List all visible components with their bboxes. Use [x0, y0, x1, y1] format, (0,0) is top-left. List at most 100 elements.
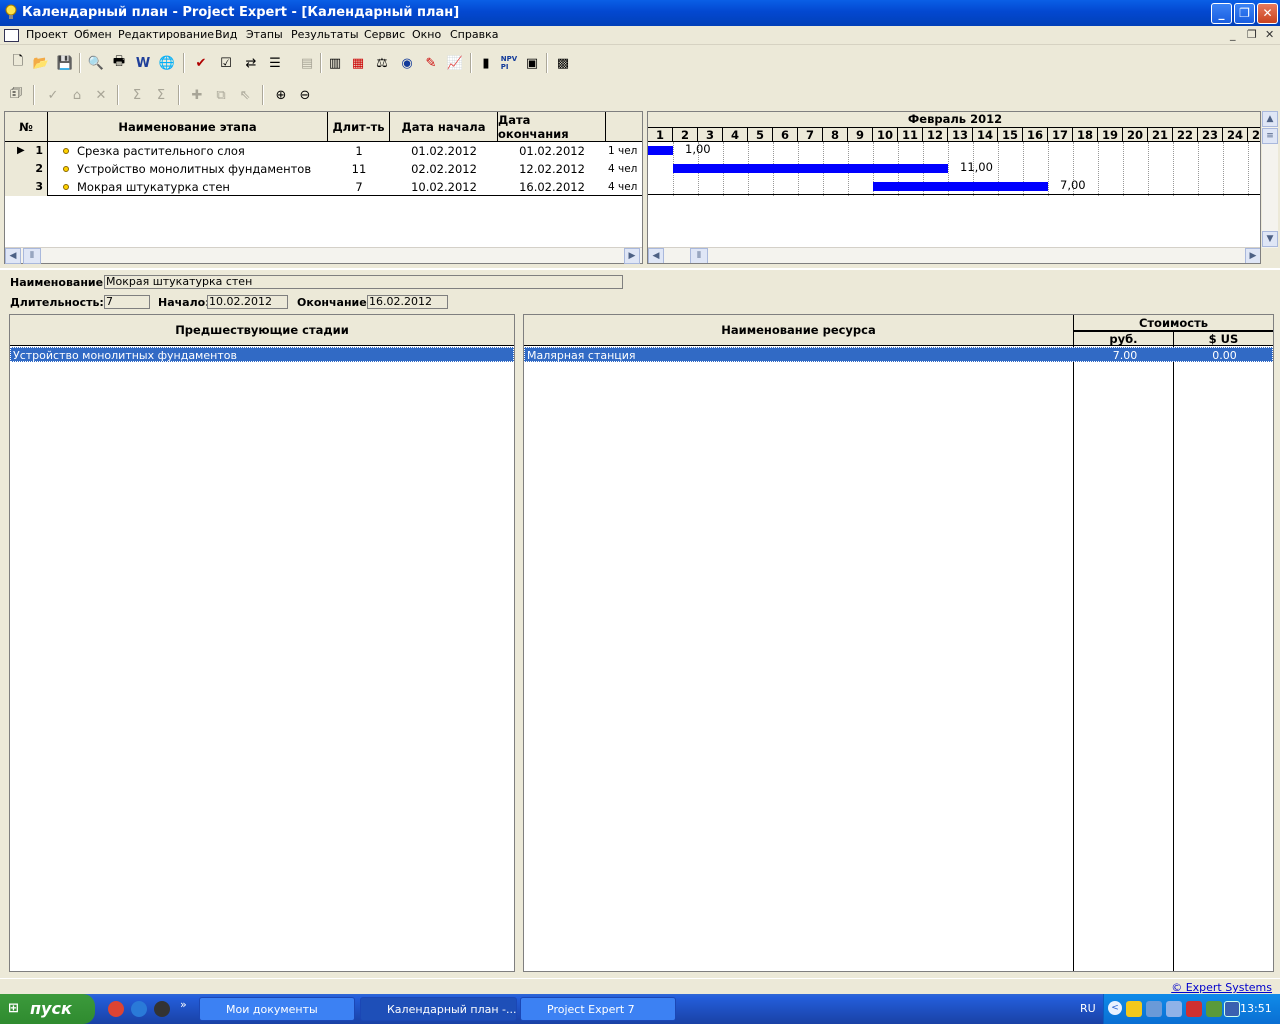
ie-icon[interactable]	[131, 1001, 147, 1017]
menu-stages[interactable]: Этапы	[246, 28, 283, 41]
antivirus-icon[interactable]	[1186, 1001, 1202, 1017]
restore-button[interactable]: ❐	[1234, 3, 1255, 24]
start-button[interactable]: ⊞ пуск	[0, 994, 95, 1024]
taskbar-project-expert[interactable]: Project Expert 7	[520, 997, 676, 1021]
print-preview-icon[interactable]: 🔍	[85, 52, 107, 74]
start-field[interactable]: 10.02.2012	[207, 295, 288, 309]
table-hscroll[interactable]: ◀ ⦀ ▶	[5, 247, 642, 264]
col-header-start[interactable]: Дата начала	[390, 112, 498, 142]
web-icon[interactable]: 🌐	[156, 52, 178, 74]
resource-icon[interactable]: ⌂	[66, 84, 88, 106]
menu-service[interactable]: Сервис	[364, 28, 405, 41]
menu-project[interactable]: Проект	[26, 28, 68, 41]
display-icon[interactable]	[1166, 1001, 1182, 1017]
delete-icon[interactable]: ✕	[90, 84, 112, 106]
gantt-days: 1 2 3 4 5 6 7 8 9 10 11 12 13 14 15 16 17 18 19 20 21 22 23 24 2…	[648, 127, 1260, 142]
chrome-icon[interactable]	[108, 1001, 124, 1017]
gantt-bar[interactable]	[673, 164, 948, 173]
gantt-hscroll[interactable]: ◀ ⦀ ▶	[648, 247, 1260, 263]
scroll-down-icon[interactable]: ▼	[1262, 231, 1278, 247]
sum-up-icon[interactable]: Σ	[126, 84, 148, 106]
scroll-thumb[interactable]: ≡	[1262, 128, 1278, 144]
sum-down-icon[interactable]: Σ	[150, 84, 172, 106]
pointer-icon[interactable]: ⇖	[234, 84, 256, 106]
menu-exchange[interactable]: Обмен	[74, 28, 112, 41]
resource-row[interactable]: Малярная станция 7.00 0.00	[524, 347, 1273, 362]
taskbar-calendar-plan[interactable]: Календарный план -...	[360, 997, 517, 1021]
gantt-day-24: 24	[1223, 127, 1248, 142]
gantt-gridline	[1148, 142, 1149, 196]
table-row[interactable]: ▶ 1 Срезка растительного слоя 1 01.02.201…	[5, 142, 642, 160]
app-tray-icon[interactable]	[1224, 1001, 1240, 1017]
print-icon[interactable]: 🖶	[108, 52, 130, 74]
accept-icon[interactable]: ✓	[42, 84, 64, 106]
save-icon[interactable]: 💾	[54, 52, 76, 74]
zoom-in-icon[interactable]: ⊕	[270, 84, 292, 106]
menu-help[interactable]: Справка	[450, 28, 498, 41]
table-icon[interactable]: ▥	[324, 52, 346, 74]
link-icon[interactable]: ⧉	[210, 84, 232, 106]
menu-edit[interactable]: Редактирование	[118, 28, 214, 41]
checkmark-icon[interactable]: ✔	[190, 52, 212, 74]
predecessor-row[interactable]: Устройство монолитных фундаментов	[10, 347, 514, 362]
scroll-right-icon[interactable]: ▶	[624, 248, 640, 264]
duration-field[interactable]: 7	[104, 295, 150, 309]
document-icon[interactable]	[4, 29, 19, 42]
media-player-icon[interactable]	[154, 1001, 170, 1017]
col-header-name[interactable]: Наименование этапа	[48, 112, 328, 142]
table-row[interactable]: 2 Устройство монолитных фундаментов 11 0…	[5, 160, 642, 178]
gantt-bar[interactable]	[648, 146, 673, 155]
expert-systems-link[interactable]: © Expert Systems	[1171, 981, 1272, 994]
zoom-out-icon[interactable]: ⊖	[294, 84, 316, 106]
bar-chart-icon[interactable]: ▮	[475, 52, 497, 74]
menu-window[interactable]: Окно	[412, 28, 441, 41]
col-header-end[interactable]: Дата окончания	[498, 112, 606, 142]
globe-report-icon[interactable]: ◉	[396, 52, 418, 74]
close-button[interactable]: ✕	[1257, 3, 1278, 24]
report-icon[interactable]: ▤	[296, 52, 318, 74]
list-icon[interactable]: ☰	[264, 52, 286, 74]
gantt-vscroll[interactable]: ▲ ≡ ▼	[1262, 111, 1278, 248]
word-icon[interactable]: W	[132, 52, 154, 74]
balance-icon[interactable]: ⚖	[371, 52, 393, 74]
network-tray-icon[interactable]	[1146, 1001, 1162, 1017]
new-file-icon[interactable]: 🗋	[7, 52, 29, 74]
show-hidden-icon[interactable]: <	[1108, 1001, 1122, 1015]
pencil-chart-icon[interactable]: ✎	[420, 52, 442, 74]
security-icon[interactable]	[1206, 1001, 1222, 1017]
table-row[interactable]: 3 Мокрая штукатурка стен 7 10.02.2012 16…	[5, 178, 642, 196]
gantt-day-8: 8	[823, 127, 848, 142]
minimize-button[interactable]: _	[1211, 3, 1232, 24]
scroll-thumb[interactable]: ⦀	[23, 248, 41, 264]
cashflow-icon[interactable]: ▦	[347, 52, 369, 74]
chart-icon[interactable]: 📈	[444, 52, 466, 74]
name-field[interactable]: Мокрая штукатурка стен	[104, 275, 623, 289]
scroll-right-icon[interactable]: ▶	[1245, 248, 1260, 263]
scroll-thumb[interactable]: ⦀	[690, 248, 708, 263]
calculator-icon[interactable]: ▣	[521, 52, 543, 74]
more-chevron-icon[interactable]: »	[180, 998, 187, 1011]
end-field[interactable]: 16.02.2012	[367, 295, 448, 309]
scroll-up-icon[interactable]: ▲	[1262, 111, 1278, 127]
shield-icon[interactable]	[1126, 1001, 1142, 1017]
npv-pi-icon[interactable]: NPV PI	[498, 52, 520, 74]
mdi-minimize-icon[interactable]: _	[1230, 28, 1236, 41]
check-options-icon[interactable]: ☑	[215, 52, 237, 74]
mdi-restore-icon[interactable]: ❐	[1247, 28, 1257, 41]
mdi-close-icon[interactable]: ✕	[1265, 28, 1274, 41]
col-header-duration[interactable]: Длит-ть	[328, 112, 390, 142]
language-indicator[interactable]: RU	[1080, 1002, 1096, 1015]
col-header-num[interactable]: №	[5, 112, 48, 142]
scroll-left-icon[interactable]: ◀	[648, 248, 664, 263]
gantt-bar[interactable]	[873, 182, 1048, 191]
menu-view[interactable]: Вид	[215, 28, 237, 41]
open-folder-icon[interactable]: 📂	[30, 52, 52, 74]
stage-end: 01.02.2012	[519, 144, 585, 158]
scroll-left-icon[interactable]: ◀	[5, 248, 21, 264]
menu-results[interactable]: Результаты	[291, 28, 359, 41]
stage-properties-icon[interactable]: 🗊	[5, 84, 27, 106]
network-icon[interactable]: ⇄	[240, 52, 262, 74]
add-stage-icon[interactable]: ✚	[186, 84, 208, 106]
sheet-chart-icon[interactable]: ▩	[552, 52, 574, 74]
taskbar-my-documents[interactable]: Мои документы	[199, 997, 355, 1021]
